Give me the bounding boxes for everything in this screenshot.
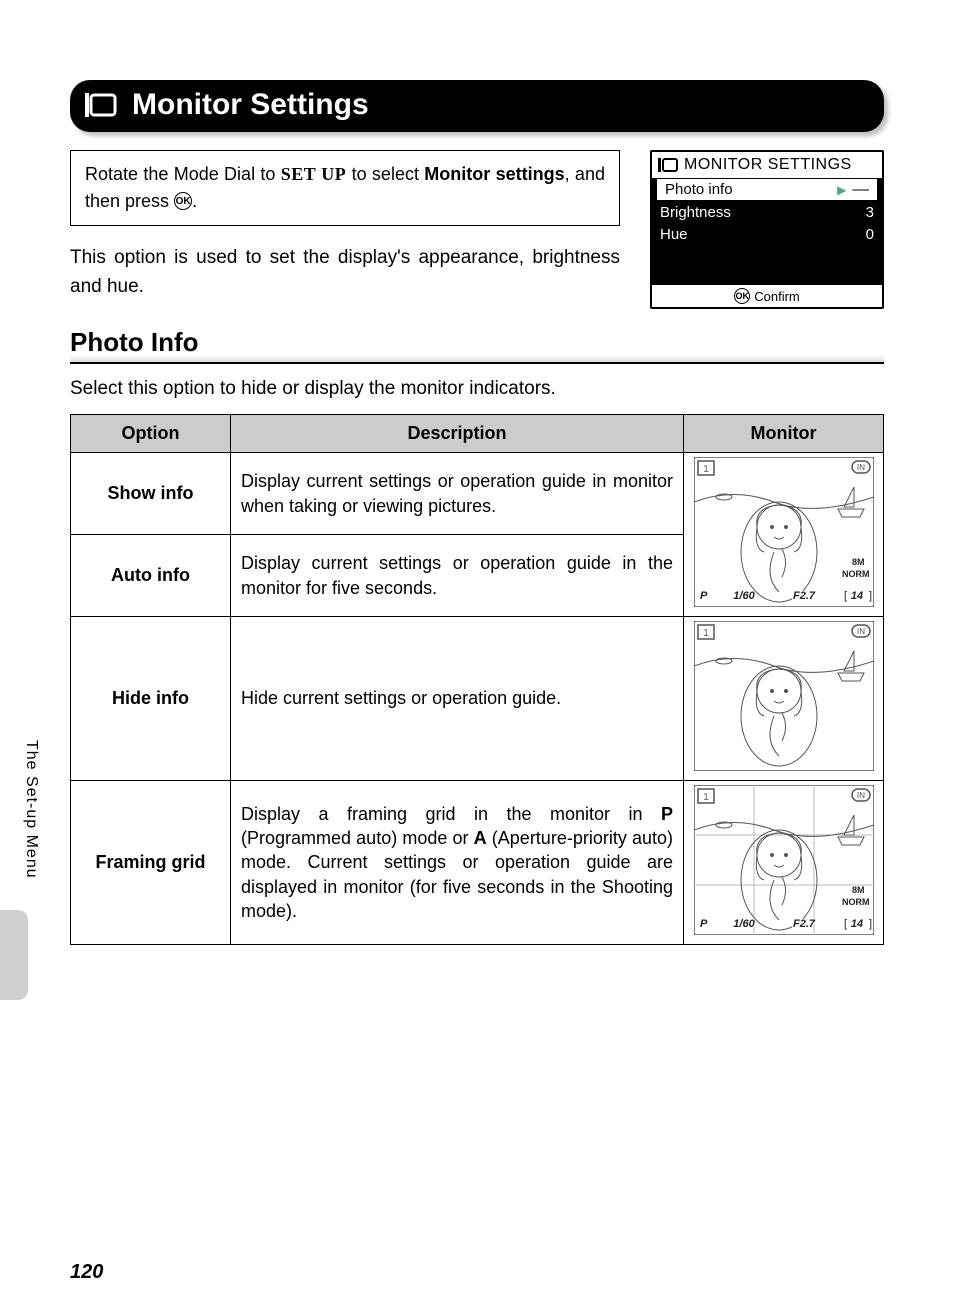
lcd-row-value: 0 [866, 226, 874, 243]
svg-text:[: [ [844, 590, 847, 602]
description-cell: Display current settings or operation gu… [231, 535, 684, 617]
svg-text:NORM: NORM [842, 897, 870, 907]
instruction-end: . [192, 191, 197, 211]
lcd-row-label: Hue [660, 226, 688, 243]
svg-text:1: 1 [703, 628, 709, 639]
col-monitor: Monitor [684, 415, 884, 453]
svg-text:1: 1 [703, 792, 709, 803]
description-cell: Display current settings or operation gu… [231, 453, 684, 535]
desc-part: Display a framing grid in the monitor in [241, 804, 661, 824]
col-option: Option [71, 415, 231, 453]
lcd-row-value: –– [852, 181, 869, 198]
option-cell: Auto info [71, 535, 231, 617]
monitor-icon [84, 92, 118, 118]
lcd-row-label: Photo info [665, 181, 733, 198]
instruction-text-1: Rotate the Mode Dial to [85, 164, 281, 184]
option-cell: Hide info [71, 617, 231, 781]
svg-text:8M: 8M [852, 557, 865, 567]
lcd-row-photo-info: Photo info ▶ –– [656, 178, 878, 201]
page-title-bar: Monitor Settings [70, 80, 884, 132]
lcd-row-hue: Hue 0 [652, 223, 882, 245]
setup-label: SET UP [281, 164, 347, 184]
lcd-row-empty [652, 245, 882, 285]
svg-text:]: ] [869, 918, 872, 930]
ok-button-icon: OK [174, 192, 192, 210]
svg-text:]: ] [869, 590, 872, 602]
lcd-row-value: 3 [866, 204, 874, 221]
svg-text:IN: IN [857, 791, 865, 800]
lcd-confirm-text: Confirm [754, 289, 800, 304]
monitor-thumb: 1 IN 8M NORM P 1/60 F2.7 [ 14 ] [684, 781, 884, 945]
svg-text:IN: IN [857, 627, 865, 636]
instruction-box: Rotate the Mode Dial to SET UP to select… [70, 150, 620, 226]
desc-bold: A [474, 828, 487, 848]
svg-text:NORM: NORM [842, 569, 870, 579]
svg-text:14: 14 [850, 918, 862, 930]
options-table: Option Description Monitor Show info Dis… [70, 414, 884, 945]
page-number: 120 [70, 1261, 103, 1284]
ok-icon: OK [734, 288, 750, 304]
lcd-menu: Photo info ▶ –– Brightness 3 Hue 0 [652, 178, 882, 285]
col-description: Description [231, 415, 684, 453]
svg-text:1: 1 [703, 464, 709, 475]
intro-text: This option is used to set the display's… [70, 244, 620, 301]
lcd-screenshot: MONITOR SETTINGS Photo info ▶ –– Brightn… [650, 150, 884, 309]
option-cell: Framing grid [71, 781, 231, 945]
instruction-text-2: to select [352, 164, 425, 184]
svg-text:P: P [700, 918, 708, 930]
lcd-header: MONITOR SETTINGS [652, 152, 882, 178]
svg-text:P: P [700, 590, 708, 602]
lcd-row-brightness: Brightness 3 [652, 201, 882, 223]
instruction-bold: Monitor settings [424, 164, 564, 184]
section-heading: Photo Info [70, 327, 884, 364]
svg-text:1/60: 1/60 [733, 918, 755, 930]
lcd-row-label: Brightness [660, 204, 731, 221]
lcd-footer: OK Confirm [652, 285, 882, 307]
side-tab-marker [0, 910, 28, 1000]
monitor-thumb: 1 IN [684, 617, 884, 781]
lcd-header-text: MONITOR SETTINGS [684, 156, 852, 174]
description-cell: Display a framing grid in the monitor in… [231, 781, 684, 945]
monitor-thumb: 1 IN 8M NORM P 1/60 F2.7 [ 14 ] [684, 453, 884, 617]
svg-text:IN: IN [857, 463, 865, 472]
option-cell: Show info [71, 453, 231, 535]
svg-text:1/60: 1/60 [733, 590, 755, 602]
svg-text:F2.7: F2.7 [792, 918, 815, 930]
desc-bold: P [661, 804, 673, 824]
section-description: Select this option to hide or display th… [70, 378, 884, 400]
svg-text:8M: 8M [852, 885, 865, 895]
description-cell: Hide current settings or operation guide… [231, 617, 684, 781]
page-title: Monitor Settings [132, 88, 369, 122]
desc-part: (Programmed auto) mode or [241, 828, 474, 848]
side-tab-label: The Set-up Menu [22, 740, 40, 879]
svg-text:14: 14 [850, 590, 862, 602]
svg-text:[: [ [844, 918, 847, 930]
svg-text:F2.7: F2.7 [792, 590, 815, 602]
arrow-right-icon: ▶ [837, 183, 846, 197]
